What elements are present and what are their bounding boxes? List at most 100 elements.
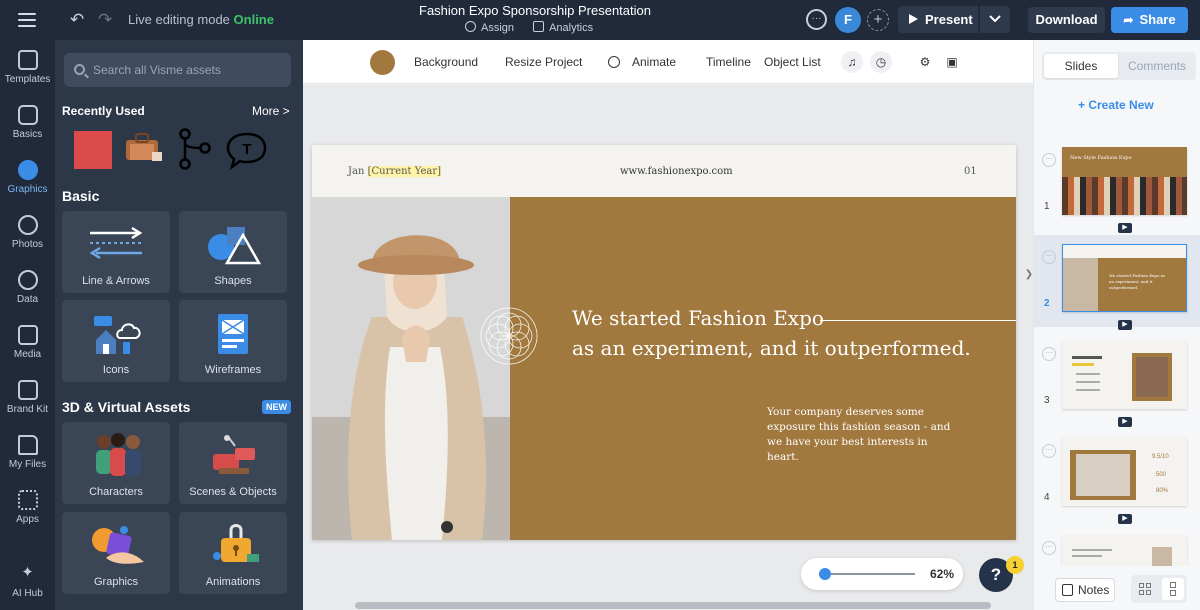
more-options-icon[interactable]: ··· bbox=[1042, 541, 1056, 555]
redo-icon[interactable]: ↷ bbox=[98, 10, 112, 30]
tile-icons[interactable]: Icons bbox=[62, 300, 170, 382]
screen-capture-icon[interactable]: ▣ bbox=[941, 51, 963, 73]
background-button[interactable]: Background bbox=[414, 55, 478, 69]
more-link[interactable]: More > bbox=[252, 104, 290, 118]
tile-animations[interactable]: Animations bbox=[179, 512, 287, 594]
line-arrows-icon bbox=[89, 226, 143, 260]
notes-button[interactable]: Notes bbox=[1055, 578, 1115, 602]
more-options-icon[interactable]: ··· bbox=[1042, 153, 1056, 167]
rail-item-graphics[interactable]: Graphics bbox=[0, 160, 55, 195]
recent-git-branch-icon[interactable] bbox=[179, 128, 213, 170]
transition-icon[interactable]: ▶ bbox=[1118, 417, 1132, 427]
document-title[interactable]: Fashion Expo Sponsorship Presentation bbox=[390, 3, 680, 18]
transition-icon[interactable]: ▶ bbox=[1118, 223, 1132, 233]
present-dropdown[interactable] bbox=[980, 6, 1010, 33]
slide-date[interactable]: Jan [Current Year] bbox=[348, 166, 442, 177]
menu-icon[interactable] bbox=[18, 13, 36, 27]
spirograph-ornament-icon[interactable] bbox=[476, 303, 542, 369]
rail-item-apps[interactable]: Apps bbox=[0, 490, 55, 525]
tile-wireframes[interactable]: Wireframes bbox=[179, 300, 287, 382]
slide-thumbnail-4[interactable]: 9.5/10 500 80% bbox=[1062, 438, 1187, 506]
resize-project-button[interactable]: Resize Project bbox=[505, 55, 582, 69]
zoom-track[interactable] bbox=[819, 573, 915, 575]
thumb-4-stat: 9.5/10 bbox=[1152, 454, 1169, 460]
new-badge: NEW bbox=[262, 400, 291, 414]
assign-link[interactable]: Assign bbox=[465, 21, 514, 34]
slide-page-number[interactable]: 01 bbox=[964, 166, 977, 177]
settings-gear-icon[interactable]: ⚙ bbox=[914, 51, 936, 73]
more-options-icon[interactable]: ··· bbox=[1042, 444, 1056, 458]
create-new-slide-button[interactable]: + Create New bbox=[1078, 98, 1154, 112]
zoom-percent[interactable]: 62% bbox=[930, 567, 954, 581]
music-icon[interactable]: ♫ bbox=[841, 51, 863, 73]
rail-item-media[interactable]: Media bbox=[0, 325, 55, 360]
slide-thumbnail-1[interactable]: New Style Fashion Expo bbox=[1062, 147, 1187, 215]
analytics-link[interactable]: Analytics bbox=[533, 21, 593, 34]
rail-item-templates[interactable]: Templates bbox=[0, 50, 55, 85]
tile-scenes-objects[interactable]: Scenes & Objects bbox=[179, 422, 287, 504]
object-list-button[interactable]: Object List bbox=[764, 55, 821, 69]
transition-icon[interactable]: ▶ bbox=[1118, 514, 1132, 524]
canvas-toolbar: Background Resize Project Animate Timeli… bbox=[303, 40, 1033, 84]
chat-icon[interactable]: ··· bbox=[806, 9, 827, 30]
recent-briefcase-icon[interactable] bbox=[122, 128, 166, 168]
search-input[interactable]: Search all Visme assets bbox=[64, 53, 291, 87]
timer-icon[interactable]: ◷ bbox=[870, 51, 892, 73]
help-notification-badge: 1 bbox=[1006, 556, 1024, 574]
slide-thumbnail-5[interactable] bbox=[1062, 535, 1187, 566]
editing-mode-label: Live editing mode bbox=[128, 12, 230, 27]
tab-comments[interactable]: Comments bbox=[1120, 54, 1194, 78]
date-year-placeholder: [Current Year] bbox=[367, 166, 442, 177]
rail-item-photos[interactable]: Photos bbox=[0, 215, 55, 250]
zoom-slider-handle[interactable] bbox=[818, 568, 831, 580]
slide-url[interactable]: www.fashionexpo.com bbox=[620, 166, 733, 177]
media-icon bbox=[17, 325, 38, 345]
more-options-icon[interactable]: ··· bbox=[1042, 347, 1056, 361]
recent-speech-bubble-icon[interactable]: T bbox=[225, 130, 269, 170]
slide-thumb-row[interactable]: ··· 3 bbox=[1034, 332, 1200, 424]
wireframes-icon bbox=[218, 314, 248, 354]
list-view-icon[interactable] bbox=[1162, 578, 1184, 600]
headline-rule[interactable] bbox=[820, 320, 1016, 321]
download-button[interactable]: Download bbox=[1028, 7, 1105, 33]
slide-canvas[interactable]: Jan [Current Year] www.fashionexpo.com 0… bbox=[312, 145, 1016, 540]
rail-item-my-files[interactable]: My Files bbox=[0, 435, 55, 470]
share-button[interactable]: ➦ Share bbox=[1111, 7, 1188, 33]
date-month: Jan bbox=[348, 166, 365, 177]
slide-thumbnail-2[interactable]: We started Fashion Expo as an experiment… bbox=[1062, 244, 1187, 312]
timeline-button[interactable]: Timeline bbox=[706, 55, 751, 69]
animate-button[interactable]: Animate bbox=[632, 55, 676, 69]
avatar[interactable]: F bbox=[835, 7, 861, 33]
background-color-swatch[interactable] bbox=[370, 50, 395, 75]
slide-headline[interactable]: We started Fashion Expo as an experiment… bbox=[572, 303, 971, 363]
recent-red-square[interactable] bbox=[74, 131, 112, 169]
thumb-1-title: New Style Fashion Expo bbox=[1070, 155, 1132, 161]
slide-thumb-row-selected[interactable]: ··· We started Fashion Expo as an experi… bbox=[1034, 235, 1200, 327]
rail-label: Photos bbox=[11, 239, 44, 250]
rail-item-data[interactable]: Data bbox=[0, 270, 55, 305]
grid-view-icon[interactable] bbox=[1134, 578, 1156, 600]
horizontal-scrollbar[interactable] bbox=[355, 602, 991, 609]
animations-icon bbox=[213, 524, 259, 562]
present-button[interactable]: Present bbox=[898, 6, 978, 33]
icons-icon bbox=[94, 316, 141, 354]
slide-thumb-row[interactable]: ··· New Style Fashion Expo 1 bbox=[1034, 138, 1200, 230]
tile-line-arrows[interactable]: Line & Arrows bbox=[62, 211, 170, 293]
tab-slides[interactable]: Slides bbox=[1044, 54, 1118, 78]
undo-icon[interactable]: ↶ bbox=[70, 10, 84, 30]
rail-item-basics[interactable]: Basics bbox=[0, 105, 55, 140]
rail-item-ai-hub[interactable]: ✦ AI Hub bbox=[0, 564, 55, 599]
rail-label: Graphics bbox=[7, 184, 48, 195]
rail-item-brand-kit[interactable]: Brand Kit bbox=[0, 380, 55, 415]
tile-graphics[interactable]: Graphics bbox=[62, 512, 170, 594]
add-collaborator-icon[interactable]: + bbox=[867, 9, 889, 31]
tile-characters[interactable]: Characters bbox=[62, 422, 170, 504]
slide-body-text[interactable]: Your company deserves some exposure this… bbox=[767, 405, 957, 465]
slide-thumb-row[interactable]: ··· bbox=[1034, 526, 1200, 566]
tile-shapes[interactable]: Shapes bbox=[179, 211, 287, 293]
slide-gold-block[interactable] bbox=[510, 197, 1016, 540]
slide-thumb-row[interactable]: ··· 9.5/10 500 80% 4 bbox=[1034, 429, 1200, 521]
transition-icon[interactable]: ▶ bbox=[1118, 320, 1132, 330]
slide-thumbnail-3[interactable] bbox=[1062, 341, 1187, 409]
more-options-icon[interactable]: ··· bbox=[1042, 250, 1056, 264]
